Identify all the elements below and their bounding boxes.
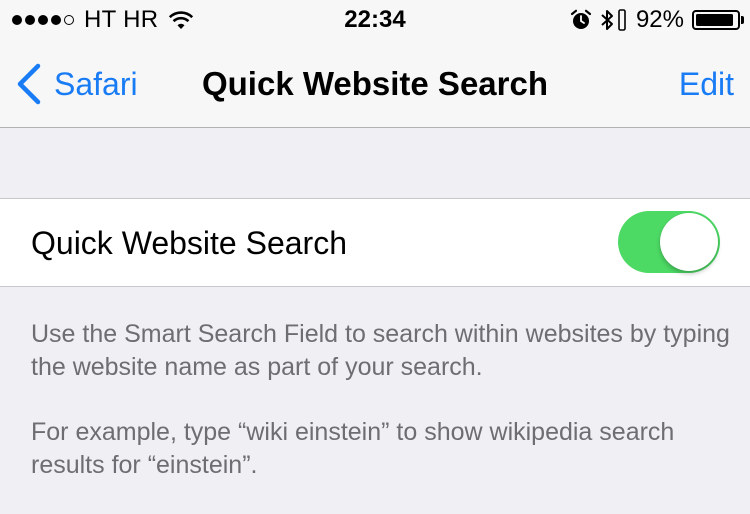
setting-label: Quick Website Search [31, 225, 347, 261]
navigation-bar: Safari Quick Website Search Edit [0, 40, 750, 128]
chevron-left-icon [17, 63, 41, 105]
back-button[interactable]: Safari [16, 62, 138, 106]
quick-website-search-cell: Quick Website Search [0, 198, 750, 287]
quick-website-search-toggle[interactable] [618, 211, 720, 273]
status-bar: HT HR 22:34 92% [0, 0, 750, 40]
edit-button[interactable]: Edit [679, 64, 734, 104]
battery-cap [741, 16, 744, 24]
bluetooth-icon [601, 10, 613, 30]
setting-description: Use the Smart Search Field to search wit… [31, 318, 731, 514]
alarm-icon [570, 9, 592, 29]
battery-icon [692, 10, 744, 30]
example-paragraph: For example, type “wiki einstein” to sho… [31, 418, 675, 479]
battery-percent: 92% [635, 6, 684, 33]
status-bar-right: 92% [570, 6, 744, 34]
toggle-knob[interactable] [660, 213, 718, 271]
orientation-lock-icon [618, 9, 626, 31]
battery-level [696, 14, 733, 26]
description-paragraph: Use the Smart Search Field to search wit… [31, 320, 730, 381]
back-button-label: Safari [54, 65, 138, 102]
